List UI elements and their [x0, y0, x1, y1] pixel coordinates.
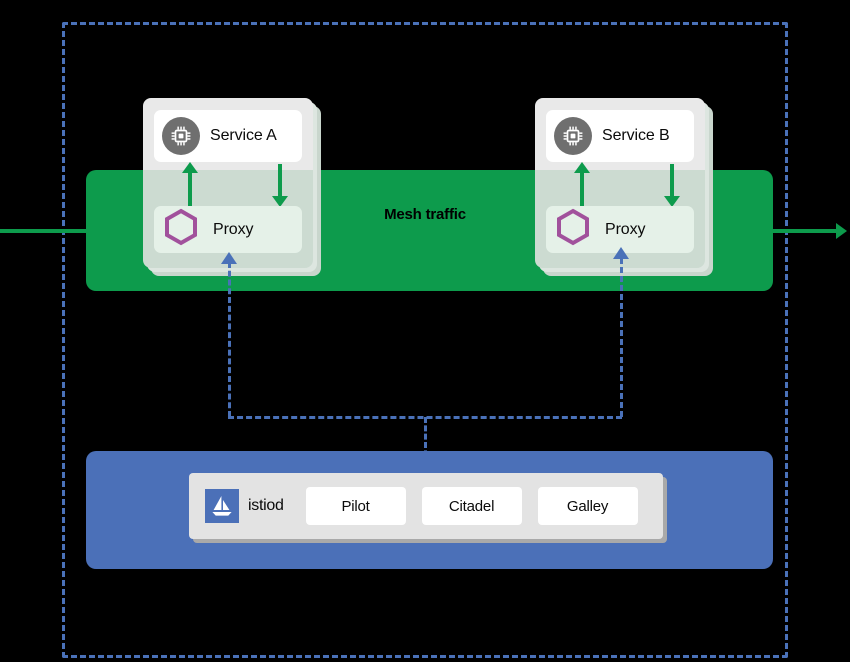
- service-to-proxy-line: [278, 164, 282, 198]
- istiod-label: istiod: [248, 497, 284, 514]
- service-a-box[interactable]: Service A: [154, 110, 302, 162]
- proxy-to-service-arrow-icon: [182, 162, 198, 173]
- control-link-proxy-b-arrow-icon: [613, 247, 629, 259]
- cpu-chip-icon: [554, 117, 592, 155]
- proxy-a-label: Proxy: [213, 220, 254, 238]
- proxy-a-box[interactable]: Proxy: [154, 206, 302, 253]
- proxy-to-service-line: [188, 173, 192, 207]
- egress-traffic-line: [709, 229, 842, 233]
- mesh-traffic-label: Mesh traffic: [384, 206, 466, 223]
- hexagon-icon: [163, 208, 199, 251]
- istiod-card: istiod Pilot Citadel Galley: [189, 473, 663, 539]
- cpu-chip-icon: [162, 117, 200, 155]
- service-a-label: Service A: [210, 127, 277, 144]
- control-link-proxy-a-arrow-icon: [221, 252, 237, 264]
- istio-sailboat-icon: [205, 489, 239, 523]
- pod-service-b: Service B Proxy: [535, 98, 713, 276]
- service-b-label: Service B: [602, 127, 670, 144]
- component-galley-label: Galley: [566, 497, 609, 515]
- control-link-proxy-b-line: [620, 258, 623, 417]
- mesh-traffic-line: [305, 229, 542, 233]
- hexagon-icon: [555, 208, 591, 251]
- component-citadel[interactable]: Citadel: [421, 487, 522, 525]
- component-pilot[interactable]: Pilot: [305, 487, 406, 525]
- pod-service-a: Service A Proxy: [143, 98, 321, 276]
- egress-arrow-icon: [836, 223, 847, 239]
- proxy-to-service-arrow-icon: [574, 162, 590, 173]
- service-to-proxy-line: [670, 164, 674, 198]
- pod-card: Service B Proxy: [535, 98, 705, 268]
- proxy-b-box[interactable]: Proxy: [546, 206, 694, 253]
- proxy-b-label: Proxy: [605, 220, 646, 238]
- component-citadel-label: Citadel: [448, 497, 495, 515]
- service-b-box[interactable]: Service B: [546, 110, 694, 162]
- proxy-to-service-line: [580, 173, 584, 207]
- diagram-canvas: Mesh traffic Service A Proxy Service B P…: [0, 0, 850, 662]
- pod-card: Service A Proxy: [143, 98, 313, 268]
- control-link-proxy-a-line: [228, 262, 231, 417]
- component-pilot-label: Pilot: [341, 497, 370, 515]
- component-galley[interactable]: Galley: [537, 487, 638, 525]
